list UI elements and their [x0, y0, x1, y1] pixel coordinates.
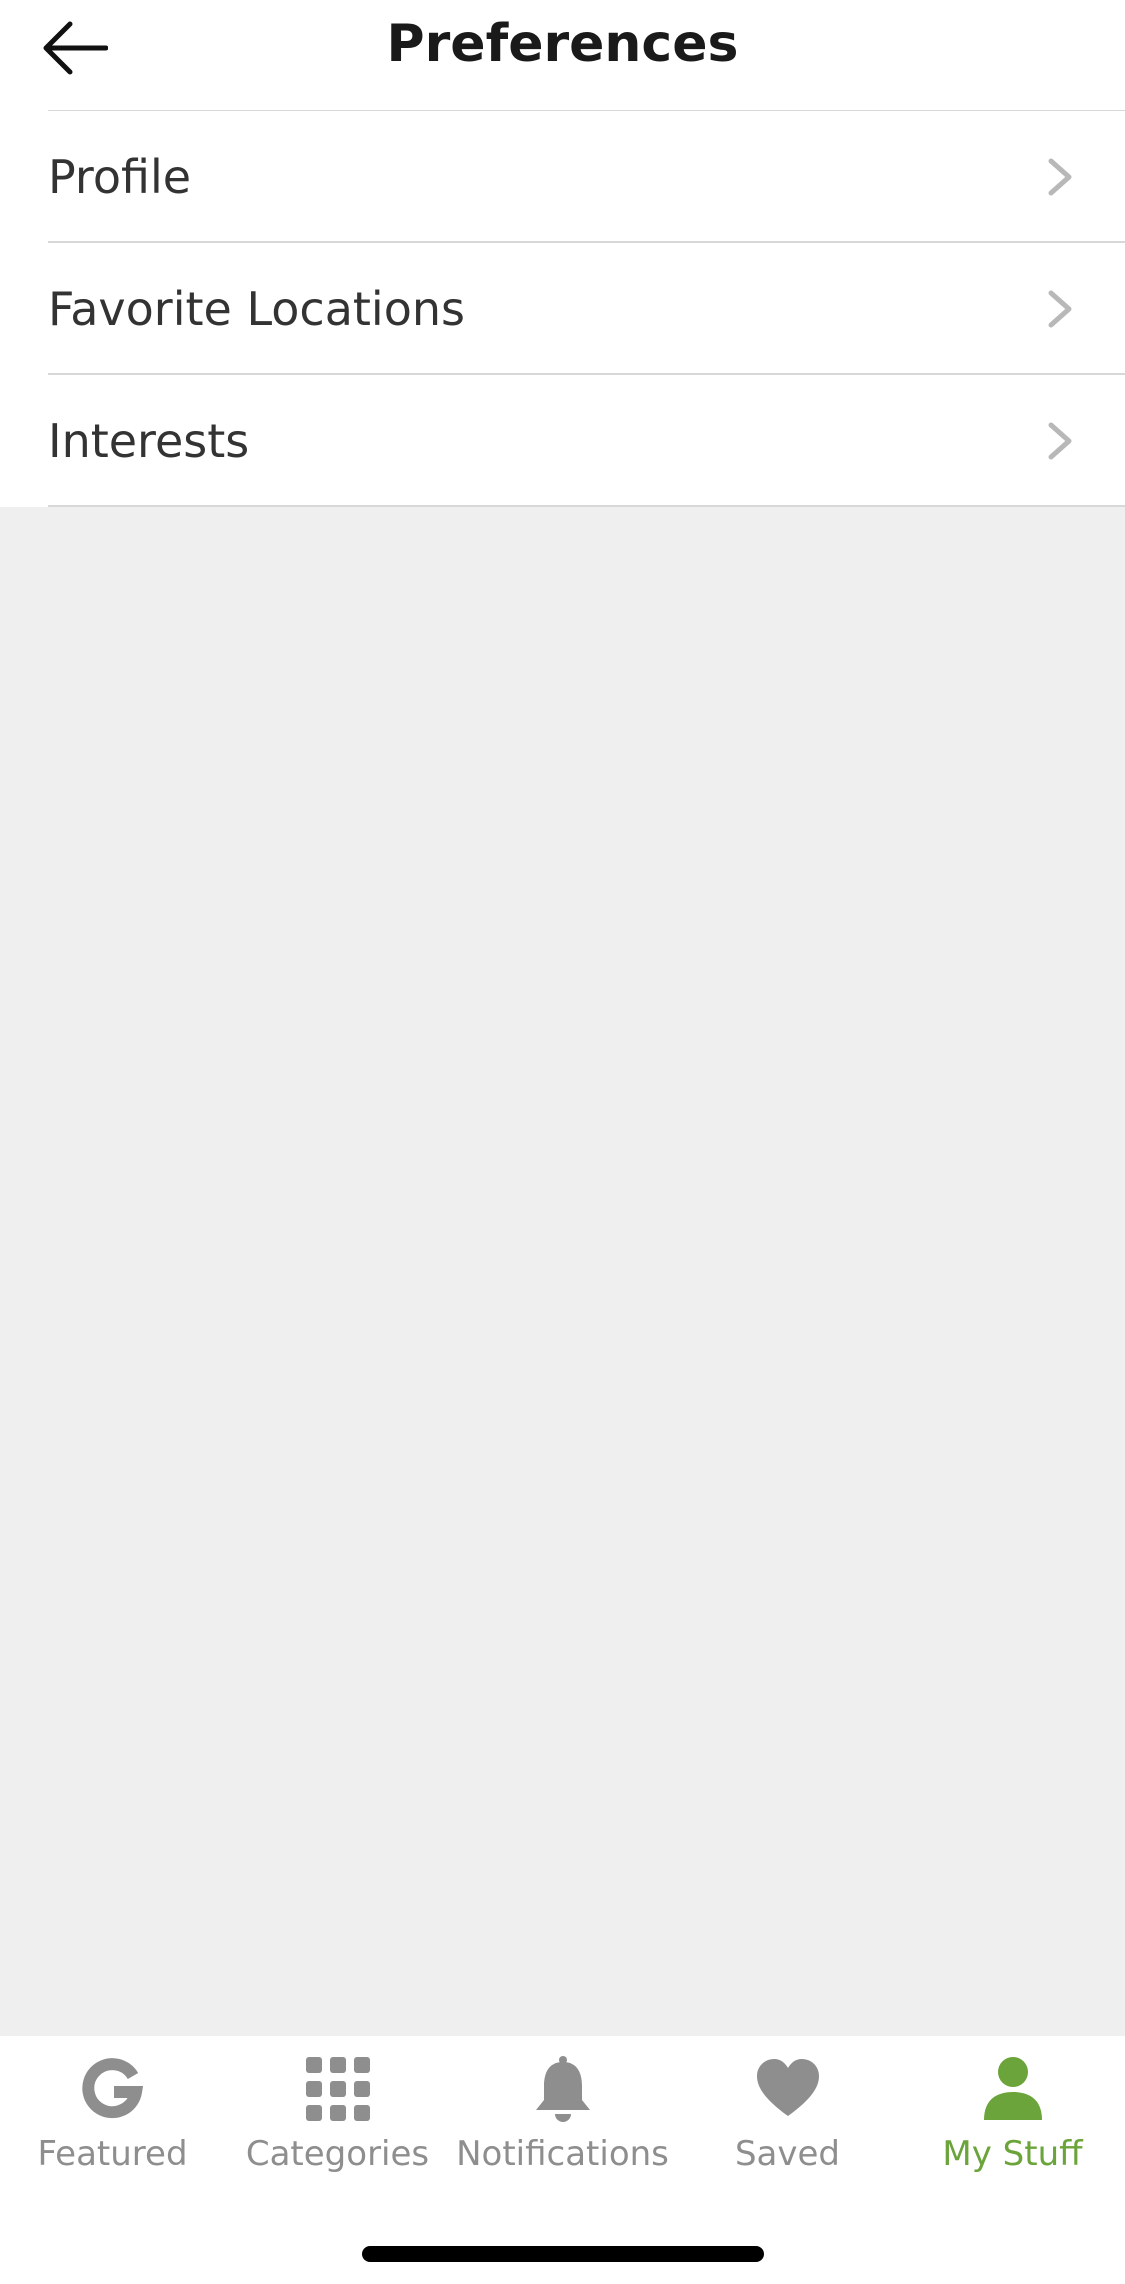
- list-item-label: Favorite Locations: [48, 282, 465, 336]
- chevron-right-icon: [1048, 158, 1072, 196]
- tab-label: Categories: [245, 2134, 430, 2174]
- preferences-list: Profile Favorite Locations Interests: [0, 111, 1125, 507]
- list-item-label: Profile: [48, 150, 192, 204]
- list-item-favorite-locations[interactable]: Favorite Locations: [0, 243, 1125, 375]
- tab-notifications[interactable]: Notifications: [450, 2036, 675, 2206]
- grid-icon: [305, 2057, 370, 2121]
- tab-label: My Stuff: [942, 2134, 1083, 2174]
- chevron-right-icon: [1048, 422, 1072, 460]
- tab-saved[interactable]: Saved: [675, 2036, 900, 2206]
- g-logo-icon: [81, 2058, 143, 2119]
- tab-my-stuff[interactable]: My Stuff: [900, 2036, 1125, 2206]
- tab-label: Notifications: [456, 2134, 669, 2174]
- list-item-profile[interactable]: Profile: [0, 111, 1125, 243]
- tab-featured[interactable]: Featured: [0, 2036, 225, 2206]
- tab-label: Featured: [37, 2134, 188, 2174]
- bell-icon: [535, 2056, 590, 2122]
- home-indicator: [362, 2246, 764, 2262]
- page-title: Preferences: [386, 14, 739, 74]
- top-bar: Preferences: [0, 0, 1125, 112]
- tab-label: Saved: [734, 2134, 841, 2174]
- person-icon: [983, 2057, 1042, 2120]
- list-item-label: Interests: [48, 414, 250, 468]
- tab-categories[interactable]: Categories: [225, 2036, 450, 2206]
- heart-icon: [756, 2059, 819, 2116]
- list-item-interests[interactable]: Interests: [0, 375, 1125, 507]
- chevron-right-icon: [1048, 290, 1072, 328]
